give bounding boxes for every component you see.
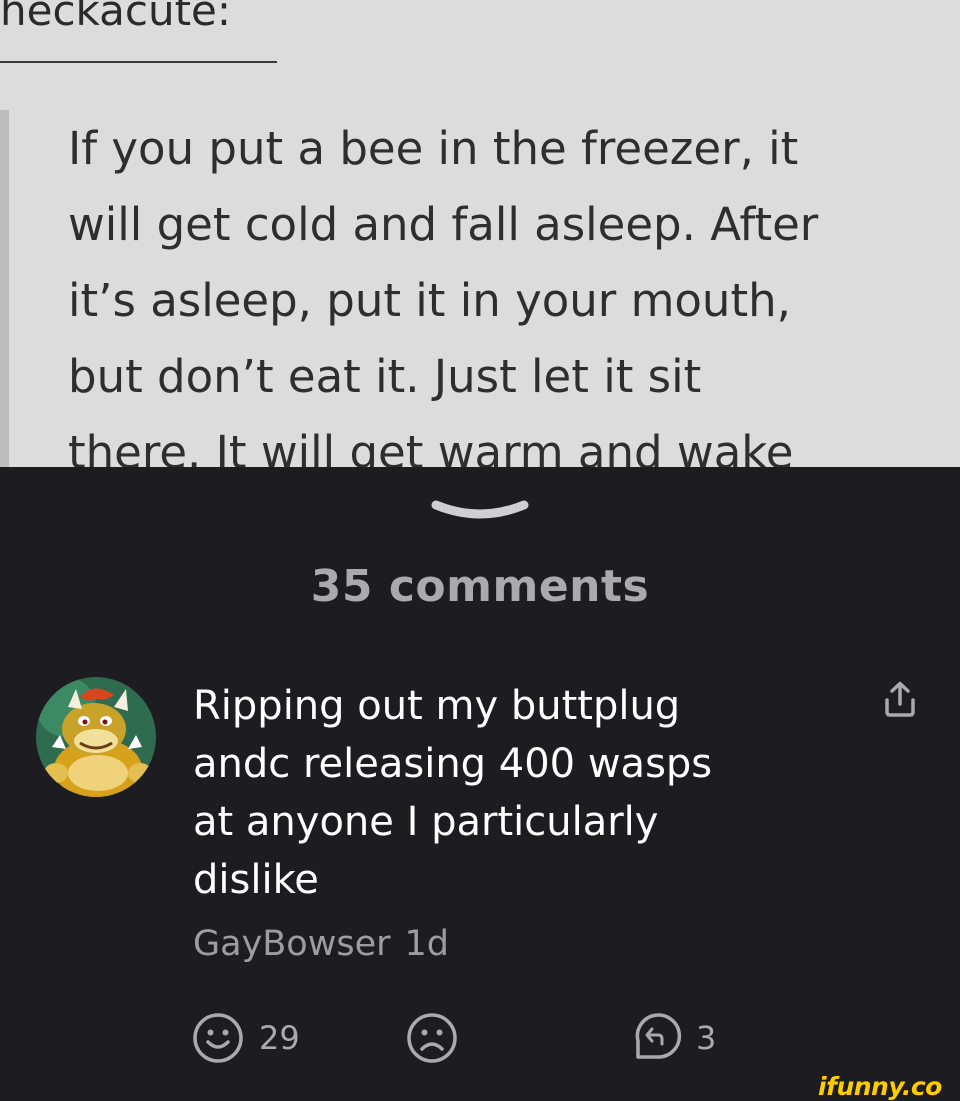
post-text-line: If you put a bee in the freezer, it bbox=[68, 122, 799, 175]
post-text-line: but don’t eat it. Just let it sit bbox=[68, 350, 702, 403]
frown-icon bbox=[407, 1013, 457, 1063]
chevron-down-icon[interactable] bbox=[428, 497, 532, 527]
post-username: heckacute: bbox=[0, 0, 232, 35]
ifunny-watermark: ifunny.co bbox=[818, 1072, 942, 1101]
quote-bar bbox=[0, 110, 9, 467]
comment-line: dislike bbox=[193, 857, 319, 903]
reply-button[interactable]: 3 bbox=[628, 1010, 716, 1066]
comment-time: 1d bbox=[404, 924, 450, 964]
reply-icon bbox=[635, 1013, 682, 1059]
comment-meta: GayBowser 1d bbox=[193, 924, 449, 964]
comment-line: Ripping out my buttplug bbox=[193, 683, 681, 729]
comment-text: Ripping out my buttplug andc releasing 4… bbox=[193, 677, 712, 909]
comments-count: 35 comments bbox=[310, 561, 650, 612]
comment-author[interactable]: GayBowser bbox=[193, 924, 391, 964]
post-text-line: there. It will get warm and wake bbox=[68, 426, 794, 467]
comment-line: at anyone I particularly bbox=[193, 799, 659, 845]
share-icon[interactable] bbox=[880, 680, 920, 720]
avatar[interactable] bbox=[36, 677, 156, 797]
frown-button[interactable] bbox=[405, 1010, 459, 1066]
smile-count: 29 bbox=[259, 1019, 300, 1057]
smile-icon bbox=[193, 1013, 243, 1063]
post-text: If you put a bee in the freezer, it will… bbox=[68, 111, 818, 467]
reply-count: 3 bbox=[696, 1019, 717, 1057]
smile-button[interactable]: 29 bbox=[191, 1010, 300, 1066]
post-text-line: it’s asleep, put it in your mouth, bbox=[68, 274, 791, 327]
post-image: heckacute: If you put a bee in the freez… bbox=[0, 0, 960, 467]
username-underline bbox=[0, 61, 277, 63]
comment-line: andc releasing 400 wasps bbox=[193, 741, 713, 787]
post-text-line: will get cold and fall asleep. After bbox=[68, 198, 819, 251]
